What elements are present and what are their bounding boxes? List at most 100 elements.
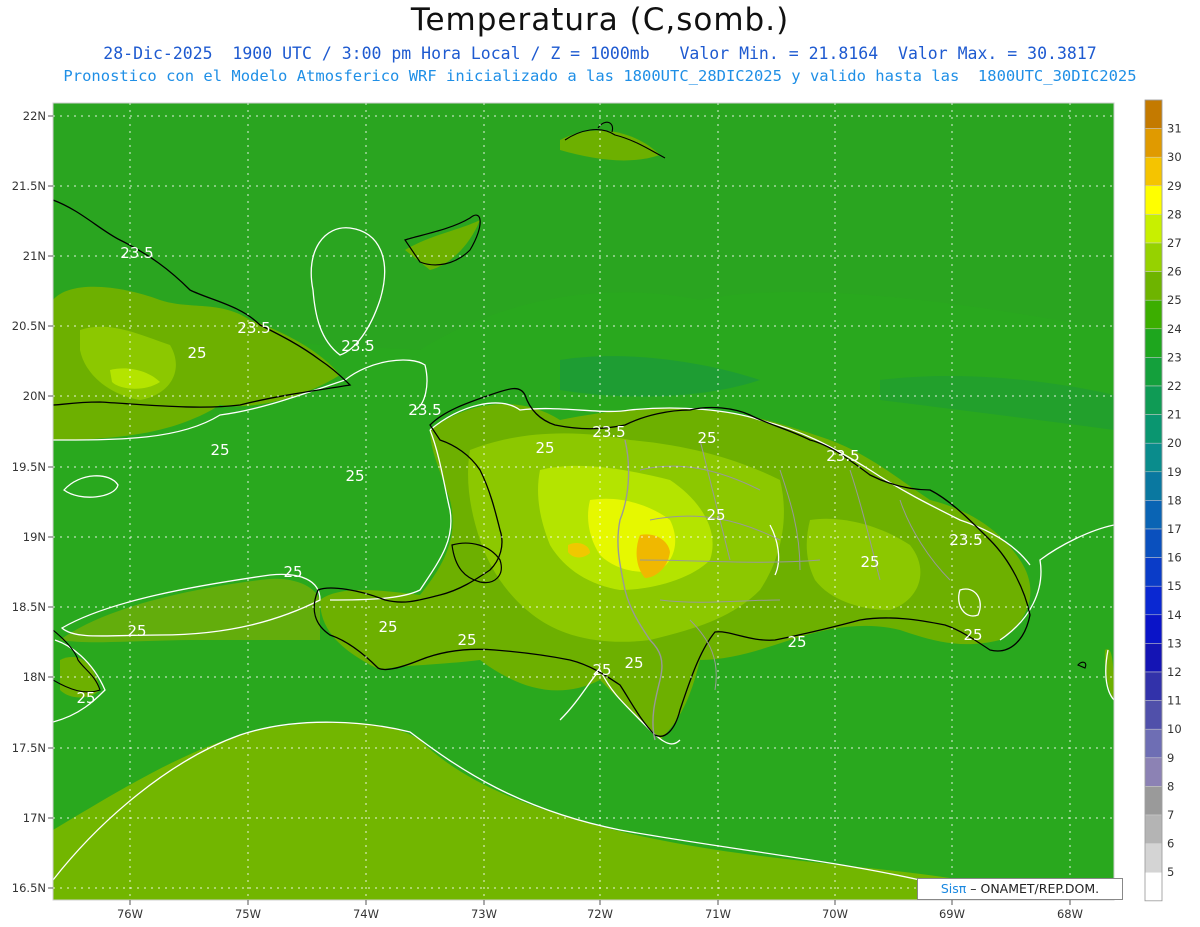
colorbar-label: 21 bbox=[1167, 408, 1182, 422]
credit-text: – ONAMET/REP.DOM. bbox=[966, 881, 1100, 896]
colorbar-label: 19 bbox=[1167, 465, 1182, 479]
colorbar-swatch bbox=[1144, 99, 1163, 129]
contour-label: 25 bbox=[860, 553, 879, 571]
colorbar-swatch bbox=[1144, 643, 1163, 673]
lon-tick-label: 76W bbox=[117, 907, 143, 921]
contour-label: 25 bbox=[210, 441, 229, 459]
colorbar-swatch bbox=[1144, 671, 1163, 701]
colorbar-swatch bbox=[1144, 871, 1163, 902]
colorbar-label: 8 bbox=[1167, 779, 1174, 793]
colorbar-swatch bbox=[1144, 357, 1163, 387]
lat-tick-label: 20N bbox=[23, 389, 46, 403]
contour-label: 25 bbox=[697, 429, 716, 447]
lat-tick-label: 16.5N bbox=[12, 881, 46, 895]
lat-tick-label: 18.5N bbox=[12, 600, 46, 614]
colorbar-label: 30 bbox=[1167, 150, 1182, 164]
colorbar-label: 18 bbox=[1167, 493, 1182, 507]
lon-tick-label: 69W bbox=[939, 907, 965, 921]
colorbar-label: 14 bbox=[1167, 608, 1182, 622]
colorbar-label: 26 bbox=[1167, 265, 1182, 279]
credit-box: Sisπ – ONAMET/REP.DOM. bbox=[917, 878, 1123, 900]
colorbar-label: 20 bbox=[1167, 436, 1182, 450]
contour-label: 25 bbox=[378, 618, 397, 636]
colorbar-swatch bbox=[1144, 185, 1163, 215]
contour-label: 25 bbox=[787, 633, 806, 651]
temperature-map: 23.5 23.5 23.5 23.5 23.5 23.5 23.5 25 25 25 25 25 25… bbox=[12, 99, 1182, 921]
colorbar-swatch bbox=[1144, 156, 1163, 187]
colorbar-swatch bbox=[1144, 814, 1163, 844]
contour-label: 23.5 bbox=[341, 337, 374, 355]
colorbar-swatch bbox=[1144, 843, 1163, 873]
colorbar-swatch bbox=[1144, 299, 1163, 330]
lon-tick-label: 68W bbox=[1057, 907, 1083, 921]
colorbar-swatch bbox=[1144, 500, 1163, 530]
colorbar-label: 25 bbox=[1167, 293, 1182, 307]
colorbar-swatch bbox=[1144, 442, 1163, 473]
colorbar-label: 16 bbox=[1167, 551, 1182, 565]
lat-tick-label: 21.5N bbox=[12, 179, 46, 193]
colorbar-swatch bbox=[1144, 528, 1163, 558]
colorbar-label: 6 bbox=[1167, 837, 1174, 851]
contour-label: 25 bbox=[592, 661, 611, 679]
sispi-logo-text: Sisπ bbox=[940, 881, 967, 896]
lon-tick-label: 71W bbox=[705, 907, 731, 921]
longitude-axis: 76W 75W 74W 73W 72W 71W 70W 69W 68W bbox=[117, 900, 1083, 921]
lat-tick-label: 17N bbox=[23, 811, 46, 825]
contour-label: 23.5 bbox=[237, 319, 270, 337]
colorbar-label: 11 bbox=[1167, 694, 1182, 708]
colorbar-swatch bbox=[1144, 414, 1163, 444]
colorbar-swatch bbox=[1144, 786, 1163, 816]
colorbar-swatch bbox=[1144, 614, 1163, 644]
lon-tick-label: 70W bbox=[822, 907, 848, 921]
lat-tick-label: 20.5N bbox=[12, 319, 46, 333]
color-scale-bar: 31 30 29 28 27 26 25 24 23 22 21 20 19 18 17 16 15 14 13 12… bbox=[1144, 99, 1182, 902]
colorbar-swatch bbox=[1144, 728, 1163, 759]
contour-label: 23.5 bbox=[408, 401, 441, 419]
contour-label: 25 bbox=[963, 626, 982, 644]
contour-label: 25 bbox=[624, 654, 643, 672]
contour-label: 25 bbox=[127, 622, 146, 640]
colorbar-swatch bbox=[1144, 757, 1163, 787]
colorbar-swatch bbox=[1144, 471, 1163, 501]
colorbar-swatch bbox=[1144, 700, 1163, 730]
colorbar-swatch bbox=[1144, 271, 1163, 301]
lat-tick-label: 19N bbox=[23, 530, 46, 544]
colorbar-label: 22 bbox=[1167, 379, 1182, 393]
colorbar-label: 28 bbox=[1167, 207, 1182, 221]
colorbar-label: 27 bbox=[1167, 236, 1182, 250]
colorbar-label: 12 bbox=[1167, 665, 1182, 679]
colorbar-label: 17 bbox=[1167, 522, 1182, 536]
lat-tick-label: 18N bbox=[23, 670, 46, 684]
colorbar-label: 10 bbox=[1167, 722, 1182, 736]
contour-label: 23.5 bbox=[949, 531, 982, 549]
contour-label: 23.5 bbox=[120, 244, 153, 262]
colorbar-label: 29 bbox=[1167, 179, 1182, 193]
contour-label: 25 bbox=[187, 344, 206, 362]
colorbar-swatch bbox=[1144, 242, 1163, 272]
colorbar-swatch bbox=[1144, 385, 1163, 415]
colorbar-label: 31 bbox=[1167, 122, 1182, 136]
lat-tick-label: 22N bbox=[23, 109, 46, 123]
contour-label: 23.5 bbox=[826, 447, 859, 465]
contour-label: 23.5 bbox=[592, 423, 625, 441]
colorbar-swatch bbox=[1144, 128, 1163, 158]
colorbar-swatch bbox=[1144, 557, 1163, 587]
colorbar-label: 7 bbox=[1167, 808, 1174, 822]
colorbar-label: 23 bbox=[1167, 350, 1182, 364]
colorbar-label: 24 bbox=[1167, 322, 1182, 336]
colorbar-label: 15 bbox=[1167, 579, 1182, 593]
lat-tick-label: 21N bbox=[23, 249, 46, 263]
lon-tick-label: 73W bbox=[471, 907, 497, 921]
contour-label: 25 bbox=[76, 689, 95, 707]
colorbar-label: 9 bbox=[1167, 751, 1174, 765]
lon-tick-label: 72W bbox=[587, 907, 613, 921]
contour-label: 25 bbox=[345, 467, 364, 485]
lon-tick-label: 74W bbox=[353, 907, 379, 921]
contour-label: 25 bbox=[535, 439, 554, 457]
lon-tick-label: 75W bbox=[235, 907, 261, 921]
colorbar-swatch bbox=[1144, 328, 1163, 358]
contour-label: 25 bbox=[283, 563, 302, 581]
colorbar-swatch bbox=[1144, 585, 1163, 616]
lat-tick-label: 17.5N bbox=[12, 741, 46, 755]
temperature-field bbox=[53, 103, 1114, 900]
